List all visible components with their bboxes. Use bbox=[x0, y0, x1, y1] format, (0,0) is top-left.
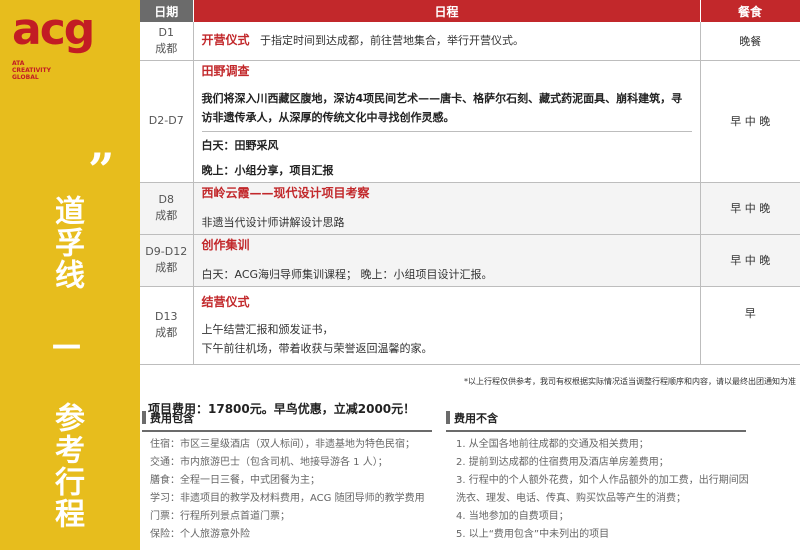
logo-sub-line: CREATIVITY bbox=[12, 67, 51, 74]
date-cell: D8 成都 bbox=[140, 182, 194, 235]
day-title: 开营仪式 bbox=[201, 33, 250, 48]
list-item: 门票：行程所列景点首道门票； bbox=[150, 511, 290, 522]
list-item: 4. 当地参加的自费项目； bbox=[456, 511, 569, 522]
day-title: 西岭云霞——现代设计项目考察 bbox=[201, 186, 370, 200]
logo-text: acg bbox=[12, 4, 95, 55]
section-marker bbox=[142, 411, 146, 424]
place-label: 成都 bbox=[155, 261, 178, 274]
day-desc: 晚上：小组分享，项目汇报 bbox=[201, 164, 334, 177]
place-label: 成都 bbox=[155, 326, 178, 339]
logo-sub-line: GLOBAL bbox=[12, 74, 39, 81]
logo-subtitle: ATA CREATIVITY GLOBAL bbox=[12, 60, 51, 81]
excluded-title: 费用不含 bbox=[446, 410, 746, 432]
day-desc: 于指定时间到达成都，前往营地集合，举行开营仪式。 bbox=[260, 34, 525, 48]
table-row: D8 成都 西岭云霞——现代设计项目考察 非遗当代设计师讲解设计思路 早 中 晚 bbox=[140, 182, 800, 235]
day-desc: 白天：田野采风 bbox=[201, 139, 279, 152]
list-item: 1. 从全国各地前往成都的交通及相关费用； bbox=[456, 439, 649, 450]
logo-sub-line: ATA bbox=[12, 60, 25, 67]
program-cell: 开营仪式 于指定时间到达成都，前往营地集合，举行开营仪式。 bbox=[193, 22, 700, 61]
place-label: 成都 bbox=[155, 41, 178, 55]
included-title: 费用包含 bbox=[142, 410, 432, 432]
acg-logo: acg ATA CREATIVITY GLOBAL bbox=[12, 4, 132, 92]
day-desc: 上午结营汇报和颁发证书， bbox=[201, 322, 334, 336]
section-marker bbox=[446, 411, 450, 424]
excluded-list: 1. 从全国各地前往成都的交通及相关费用； 2. 提前到达成都的住宿费用及酒店单… bbox=[456, 436, 756, 544]
table-row: D1 成都 开营仪式 于指定时间到达成都，前往营地集合，举行开营仪式。 晚餐 bbox=[140, 22, 800, 61]
meals-cell: 早 中 晚 bbox=[699, 234, 800, 287]
list-item: 保险：个人旅游意外险 bbox=[150, 529, 250, 540]
itinerary-table: 日期 日程 餐食 D1 成都 开营仪式 于指定时间到达成都，前往营地集合，举行开营… bbox=[140, 0, 800, 365]
date-cell: D2-D7 bbox=[140, 60, 194, 183]
table-row: D9-D12 成都 创作集训白天：ACG海归导师集训课程； 晚上：小组项目设计汇报… bbox=[140, 234, 800, 287]
day-label: D9-D12 bbox=[145, 245, 188, 258]
program-cell: 西岭云霞——现代设计项目考察 非遗当代设计师讲解设计思路 bbox=[193, 182, 700, 235]
day-desc: 非遗当代设计师讲解设计思路 bbox=[201, 216, 345, 229]
list-item: 2. 提前到达成都的住宿费用及酒店单房差费用； bbox=[456, 457, 669, 468]
meals-cell: 早 中 晚 bbox=[699, 60, 800, 183]
quote-mark-icon: ” bbox=[88, 143, 115, 197]
day-title: 结营仪式 bbox=[201, 294, 250, 309]
day-label: D8 bbox=[158, 193, 174, 206]
date-header: 日期 bbox=[140, 0, 194, 22]
list-item: 膳食：全程一日三餐，中式团餐为主； bbox=[150, 475, 320, 486]
divider bbox=[201, 131, 692, 132]
list-item: 3. 行程中的个人额外花费，如个人作品额外的加工费，出行期间因洗衣、理发、电话、… bbox=[456, 475, 749, 504]
list-item: 住宿：市区三星级酒店（双人标间），非遗基地为特色民宿； bbox=[150, 439, 415, 450]
meals-header: 餐食 bbox=[700, 0, 800, 22]
meals-cell: 晚餐 bbox=[699, 22, 800, 61]
date-cell: D9-D12 成都 bbox=[140, 234, 194, 287]
day-title: 田野调查 bbox=[201, 64, 250, 78]
route-title: 道孚线 — 参考行程 bbox=[49, 195, 84, 530]
list-item: 学习：非遗项目的教学及材料费用，ACG 随团导师的教学费用 bbox=[150, 493, 425, 504]
program-cell: 田野调查 我们将深入川西藏区腹地，深访4项民间艺术——唐卡、格萨尔石刻、藏式药泥… bbox=[193, 60, 700, 183]
list-item: 交通：市内旅游巴士（包含司机、地接导游各 1 人）； bbox=[150, 457, 388, 468]
itinerary-main: 日期 日程 餐食 D1 成都 开营仪式 于指定时间到达成都，前往营地集合，举行开营… bbox=[140, 0, 800, 550]
day-label: D13 bbox=[155, 310, 178, 323]
included-title-text: 费用包含 bbox=[150, 412, 194, 425]
date-cell: D1 成都 bbox=[140, 22, 194, 61]
date-cell: D13 成都 bbox=[140, 286, 194, 365]
list-item: 5. 以上“费用包含”中未列出的项目 bbox=[456, 529, 610, 540]
disclaimer-note: *以上行程仅供参考，我司有权根据实际情况适当调整行程顺序和内容，请以最终出团通知… bbox=[464, 377, 796, 386]
program-header: 日程 bbox=[193, 0, 701, 22]
sidebar: acg ATA CREATIVITY GLOBAL ” 道孚线 — 参考行程 bbox=[0, 0, 140, 550]
meals-cell: 早 中 晚 bbox=[699, 182, 800, 235]
day-title: 创作集训 bbox=[201, 238, 250, 252]
included-list: 住宿：市区三星级酒店（双人标间），非遗基地为特色民宿； 交通：市内旅游巴士（包含… bbox=[150, 436, 440, 544]
meals-cell: 早 bbox=[699, 286, 800, 365]
program-cell: 结营仪式上午结营汇报和颁发证书， 下午前往机场，带着收获与荣誉返回温馨的家。 bbox=[193, 286, 700, 365]
table-row: D13 成都 结营仪式上午结营汇报和颁发证书， 下午前往机场，带着收获与荣誉返回温馨… bbox=[140, 286, 800, 365]
program-cell: 创作集训白天：ACG海归导师集训课程； 晚上：小组项目设计汇报。 bbox=[193, 234, 700, 287]
excluded-title-text: 费用不含 bbox=[454, 412, 498, 425]
day-desc: 白天：ACG海归导师集训课程； 晚上：小组项目设计汇报。 bbox=[201, 268, 493, 281]
day-desc: 下午前往机场，带着收获与荣誉返回温馨的家。 bbox=[201, 341, 433, 355]
place-label: 成都 bbox=[155, 209, 178, 222]
day-desc: 我们将深入川西藏区腹地，深访4项民间艺术——唐卡、格萨尔石刻、藏式药泥面具、崩科… bbox=[201, 92, 683, 124]
table-row: D2-D7 田野调查 我们将深入川西藏区腹地，深访4项民间艺术——唐卡、格萨尔石… bbox=[140, 60, 800, 183]
day-label: D2-D7 bbox=[148, 114, 184, 127]
table-header-row: 日期 日程 餐食 bbox=[140, 0, 800, 22]
day-label: D1 bbox=[158, 25, 174, 39]
